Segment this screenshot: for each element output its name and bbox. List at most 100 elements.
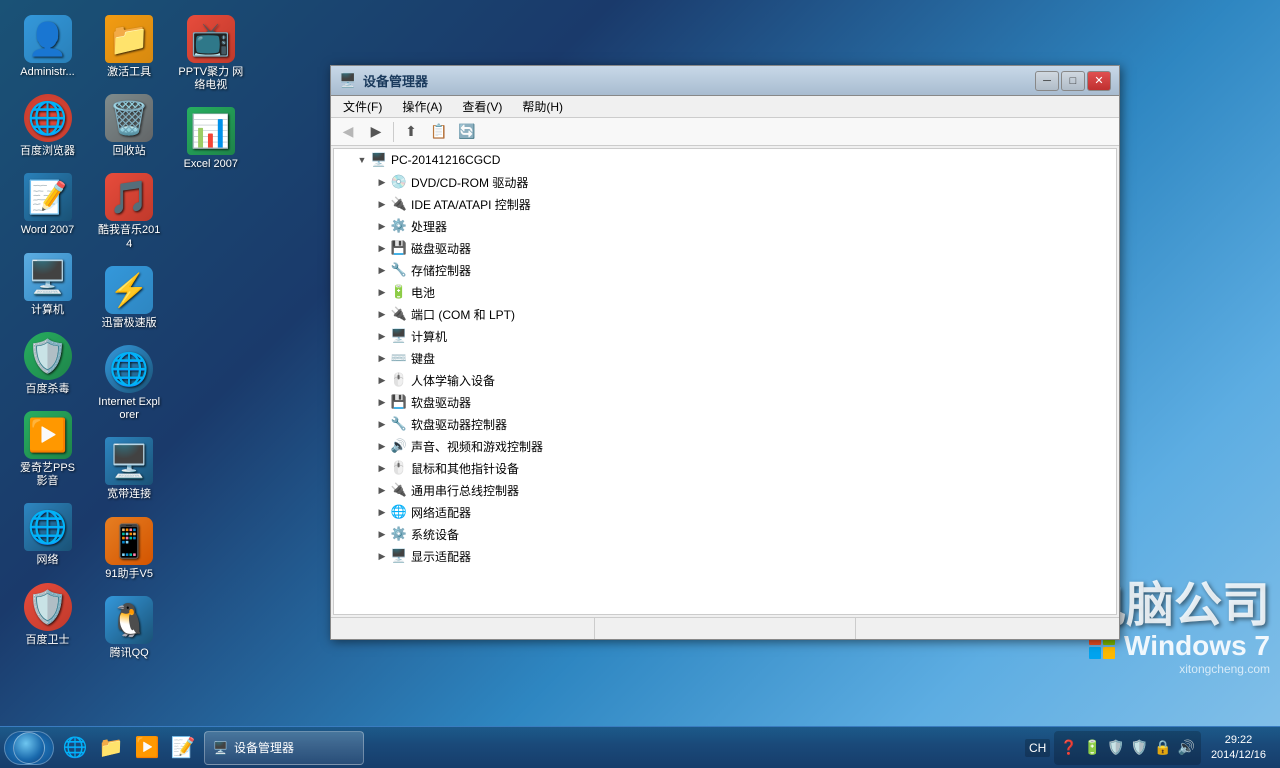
desktop-icon-word2007[interactable]: 📝 Word 2007 [10, 168, 85, 242]
desktop-icon-label-recycle: 回收站 [113, 145, 146, 158]
tree-item-4[interactable]: ▶ 🔧 存储控制器 [334, 259, 1116, 281]
taskbar-app-device-manager[interactable]: 🖥️ 设备管理器 [204, 731, 364, 765]
tree-expand-13[interactable]: ▶ [374, 460, 390, 476]
tree-item-8[interactable]: ▶ ⌨️ 键盘 [334, 347, 1116, 369]
desktop-icon-label-baidu-browser: 百度浏览器 [20, 145, 75, 158]
toolbar-back-button[interactable]: ◀ [335, 121, 361, 143]
desktop-icon-music[interactable]: 🎵 酷我音乐2014 [92, 168, 167, 255]
taskbar-lang[interactable]: CH [1025, 739, 1050, 757]
tree-item-6[interactable]: ▶ 🔌 端口 (COM 和 LPT) [334, 303, 1116, 325]
tree-icon-17: 🖥️ [390, 547, 408, 565]
tree-icon-6: 🔌 [390, 305, 408, 323]
toolbar-forward-button[interactable]: ▶ [363, 121, 389, 143]
tree-expand-4[interactable]: ▶ [374, 262, 390, 278]
tree-item-11[interactable]: ▶ 🔧 软盘驱动器控制器 [334, 413, 1116, 435]
desktop-icon-img-excel: 📊 [187, 107, 235, 155]
desktop-icon-baidu-kill[interactable]: 🛡️ 百度杀毒 [10, 327, 85, 401]
desktop-icon-activate[interactable]: 📁 激活工具 [92, 10, 167, 84]
desktop-icon-img-activate: 📁 [105, 15, 153, 63]
tree-item-15[interactable]: ▶ 🌐 网络适配器 [334, 501, 1116, 523]
close-button[interactable]: ✕ [1087, 71, 1111, 91]
menu-item-0[interactable]: 文件(F) [335, 96, 390, 117]
tree-root-icon: 🖥️ [370, 151, 388, 169]
tree-root-computer[interactable]: ▼ 🖥️ PC-20141216CGCD [334, 149, 1116, 171]
desktop-icon-img-xunlei: ⚡ [105, 266, 153, 314]
status-section-right [856, 618, 1115, 639]
tree-expand-16[interactable]: ▶ [374, 526, 390, 542]
tree-item-12[interactable]: ▶ 🔊 声音、视频和游戏控制器 [334, 435, 1116, 457]
menu-item-2[interactable]: 查看(V) [454, 96, 510, 117]
desktop-icon-baidu-browser[interactable]: 🌐 百度浏览器 [10, 89, 85, 163]
tree-item-7[interactable]: ▶ 🖥️ 计算机 [334, 325, 1116, 347]
desktop-icon-excel[interactable]: 📊 Excel 2007 [173, 102, 248, 176]
minimize-button[interactable]: ─ [1035, 71, 1059, 91]
toolbar-update-button[interactable]: 🔄 [454, 121, 480, 143]
tree-item-3[interactable]: ▶ 💾 磁盘驱动器 [334, 237, 1116, 259]
desktop-icon-ie[interactable]: 🌐 Internet Explorer [92, 340, 167, 427]
menu-item-1[interactable]: 操作(A) [394, 96, 450, 117]
tree-expand-1[interactable]: ▶ [374, 196, 390, 212]
tree-item-9[interactable]: ▶ 🖱️ 人体学输入设备 [334, 369, 1116, 391]
tree-item-13[interactable]: ▶ 🖱️ 鼠标和其他指针设备 [334, 457, 1116, 479]
tree-item-1[interactable]: ▶ 🔌 IDE ATA/ATAPI 控制器 [334, 193, 1116, 215]
tree-expand-9[interactable]: ▶ [374, 372, 390, 388]
toolbar-up-button[interactable]: ⬆ [398, 121, 424, 143]
tree-item-0[interactable]: ▶ 💿 DVD/CD-ROM 驱动器 [334, 171, 1116, 193]
tray-power-icon[interactable]: 🔋 [1082, 738, 1103, 757]
tree-expand-3[interactable]: ▶ [374, 240, 390, 256]
desktop-icon-network[interactable]: 🌐 网络 [10, 498, 85, 572]
tree-item-16[interactable]: ▶ ⚙️ 系统设备 [334, 523, 1116, 545]
tree-expand-2[interactable]: ▶ [374, 218, 390, 234]
tray-shield2-icon[interactable]: 🛡️ [1129, 738, 1150, 757]
tree-expand-12[interactable]: ▶ [374, 438, 390, 454]
desktop-icon-aiqiyi[interactable]: ▶️ 爱奇艺PPS影音 [10, 406, 85, 493]
taskbar-ie-icon[interactable]: 🌐 [58, 731, 92, 765]
clock[interactable]: 29:22 2014/12/16 [1205, 733, 1272, 762]
desktop-icon-broadband[interactable]: 🖥️ 宽带连接 [92, 432, 167, 506]
desktop-icon-img-computer: 🖥️ [24, 253, 72, 301]
desktop-icon-qq[interactable]: 🐧 腾讯QQ [92, 591, 167, 665]
tree-item-14[interactable]: ▶ 🔌 通用串行总线控制器 [334, 479, 1116, 501]
tree-icon-8: ⌨️ [390, 349, 408, 367]
desktop-icon-91[interactable]: 📱 91助手V5 [92, 512, 167, 586]
taskbar-quick-launch: 🌐 📁 ▶️ 📝 [58, 731, 200, 765]
tree-item-17[interactable]: ▶ 🖥️ 显示适配器 [334, 545, 1116, 567]
desktop-icon-img-ie: 🌐 [105, 345, 153, 393]
tray-shield1-icon[interactable]: 🛡️ [1105, 738, 1126, 757]
tree-expand-10[interactable]: ▶ [374, 394, 390, 410]
desktop-icon-baidu-guard[interactable]: 🛡️ 百度卫士 [10, 578, 85, 652]
desktop-icon-computer[interactable]: 🖥️ 计算机 [10, 248, 85, 322]
menu-item-3[interactable]: 帮助(H) [514, 96, 571, 117]
tree-expand-14[interactable]: ▶ [374, 482, 390, 498]
desktop-icon-img-baidu-guard: 🛡️ [24, 583, 72, 631]
toolbar-properties-button[interactable]: 📋 [426, 121, 452, 143]
tree-item-2[interactable]: ▶ ⚙️ 处理器 [334, 215, 1116, 237]
tray-lock-icon[interactable]: 🔒 [1152, 738, 1173, 757]
tree-item-5[interactable]: ▶ 🔋 电池 [334, 281, 1116, 303]
taskbar-wps-icon[interactable]: 📝 [166, 731, 200, 765]
tree-root-expand[interactable]: ▼ [354, 152, 370, 168]
tree-view[interactable]: ▼ 🖥️ PC-20141216CGCD ▶ 💿 DVD/CD-ROM 驱动器 … [333, 148, 1117, 615]
tree-expand-0[interactable]: ▶ [374, 174, 390, 190]
desktop-icon-xunlei[interactable]: ⚡ 迅雷极速版 [92, 261, 167, 335]
desktop-icon-admin[interactable]: 👤 Administr... [10, 10, 85, 84]
tree-expand-8[interactable]: ▶ [374, 350, 390, 366]
tray-volume-icon[interactable]: 🔊 [1176, 738, 1197, 757]
tree-expand-6[interactable]: ▶ [374, 306, 390, 322]
taskbar-media-icon[interactable]: ▶️ [130, 731, 164, 765]
taskbar-explorer-icon[interactable]: 📁 [94, 731, 128, 765]
tree-expand-5[interactable]: ▶ [374, 284, 390, 300]
tree-icon-3: 💾 [390, 239, 408, 257]
tree-expand-15[interactable]: ▶ [374, 504, 390, 520]
window-menubar: 文件(F)操作(A)查看(V)帮助(H) [331, 96, 1119, 118]
desktop-icon-pptv[interactable]: 📺 PPTV聚力 网络电视 [173, 10, 248, 97]
tree-item-10[interactable]: ▶ 💾 软盘驱动器 [334, 391, 1116, 413]
desktop-icon-recycle[interactable]: 🗑️ 回收站 [92, 89, 167, 163]
tree-expand-7[interactable]: ▶ [374, 328, 390, 344]
maximize-button[interactable]: □ [1061, 71, 1085, 91]
tray-help-icon[interactable]: ❓ [1058, 738, 1079, 757]
start-button[interactable] [4, 731, 54, 765]
tree-expand-11[interactable]: ▶ [374, 416, 390, 432]
tree-expand-17[interactable]: ▶ [374, 548, 390, 564]
tree-label-7: 计算机 [411, 328, 447, 345]
